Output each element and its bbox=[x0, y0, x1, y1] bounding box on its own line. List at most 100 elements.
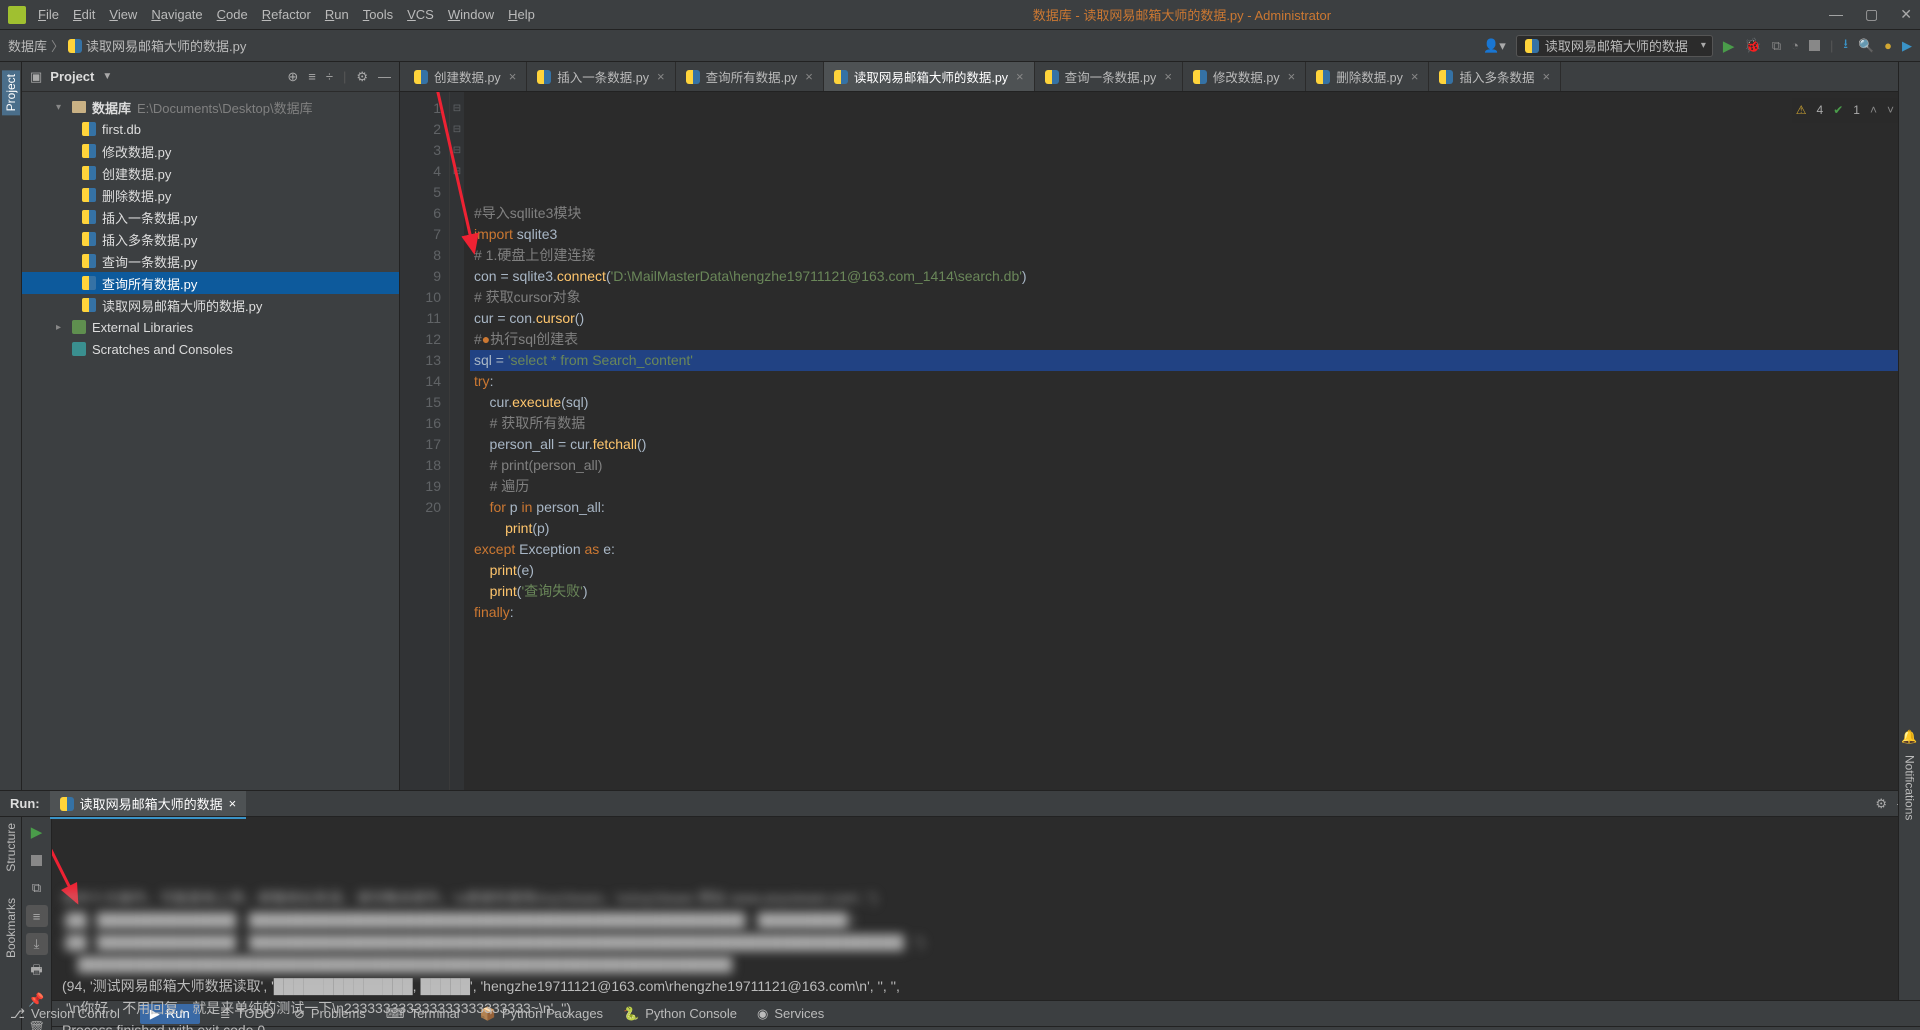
sidebar-tab-project[interactable]: Project bbox=[2, 70, 20, 115]
scratches-and-consoles[interactable]: Scratches and Consoles bbox=[22, 338, 399, 360]
close-tab-icon[interactable]: × bbox=[509, 69, 517, 84]
code-area[interactable]: ⚠4 ✔1 ˄ ˅ #导入sqllite3模块import sqlite3# 1… bbox=[464, 92, 1920, 790]
editor-tabbar: 创建数据.py×插入一条数据.py×查询所有数据.py×读取网易邮箱大师的数据.… bbox=[400, 62, 1920, 92]
sidebar-tab-structure[interactable]: Structure bbox=[4, 823, 18, 872]
stop-button[interactable] bbox=[26, 849, 48, 871]
chevron-right-icon[interactable]: ▸ bbox=[56, 322, 66, 333]
annotation-arrow bbox=[400, 92, 514, 272]
window-controls: — ▢ ✕ bbox=[1829, 6, 1912, 23]
menu-edit[interactable]: Edit bbox=[73, 7, 95, 22]
soft-wrap-icon[interactable]: ≡ bbox=[26, 905, 48, 927]
locate-icon[interactable]: ⊕ bbox=[287, 69, 298, 85]
profile-button[interactable]: ◔ bbox=[1791, 38, 1799, 53]
titlebar: File Edit View Navigate Code Refactor Run Tools… bbox=[0, 0, 1920, 30]
menu-refactor[interactable]: Refactor bbox=[262, 7, 311, 22]
close-tab-icon[interactable]: × bbox=[657, 69, 665, 84]
toolbar-right: 👤▾ 读取网易邮箱大师的数据 ▶ 🐞 ⧉ ◔ | ⭳ 🔍 ● ▶ bbox=[1483, 35, 1912, 57]
close-tab-icon[interactable]: × bbox=[805, 69, 813, 84]
editor-body[interactable]: 1234567891011121314151617181920 ⊟⊟⊟⊟ ⚠4 … bbox=[400, 92, 1920, 790]
menu-help[interactable]: Help bbox=[508, 7, 535, 22]
menu-navigate[interactable]: Navigate bbox=[151, 7, 202, 22]
menu-file[interactable]: File bbox=[38, 7, 59, 22]
hide-icon[interactable]: — bbox=[378, 69, 391, 85]
close-icon[interactable]: ✕ bbox=[1900, 6, 1912, 23]
close-tab-icon[interactable]: × bbox=[1016, 69, 1024, 84]
breadcrumb[interactable]: 数据库 〉 读取网易邮箱大师的数据.py bbox=[8, 36, 246, 55]
editor-tab[interactable]: 修改数据.py× bbox=[1183, 62, 1306, 92]
editor-tab[interactable]: 插入一条数据.py× bbox=[527, 62, 675, 92]
close-tab-icon[interactable]: × bbox=[1542, 69, 1550, 84]
layout-icon[interactable]: ⧉ bbox=[26, 877, 48, 899]
project-tree[interactable]: ▾ 数据库 E:\Documents\Desktop\数据库 first.db修… bbox=[22, 92, 399, 790]
ide-features-icon[interactable]: ● bbox=[1884, 38, 1892, 53]
code-with-me-icon[interactable]: ▶ bbox=[1902, 38, 1912, 54]
collapse-all-icon[interactable]: ÷ bbox=[326, 69, 333, 85]
gear-icon[interactable]: ⚙ bbox=[356, 69, 368, 85]
editor-tab[interactable]: 查询所有数据.py× bbox=[676, 62, 824, 92]
window-title: 数据库 - 读取网易邮箱大师的数据.py - Administrator bbox=[535, 5, 1829, 24]
external-libraries[interactable]: ▸ External Libraries bbox=[22, 316, 399, 338]
editor-tab[interactable]: 删除数据.py× bbox=[1306, 62, 1429, 92]
menu-window[interactable]: Window bbox=[448, 7, 494, 22]
tree-file[interactable]: 查询所有数据.py bbox=[22, 272, 399, 294]
tree-file[interactable]: first.db bbox=[22, 118, 399, 140]
tree-file[interactable]: 读取网易邮箱大师的数据.py bbox=[22, 294, 399, 316]
python-file-icon bbox=[82, 210, 96, 224]
tree-file[interactable]: 插入一条数据.py bbox=[22, 206, 399, 228]
tree-file[interactable]: 查询一条数据.py bbox=[22, 250, 399, 272]
console-output[interactable]: 加州十大操作，可能是他上帝，邮箱地址有误，请勿略本邮件。\n感谢你使用AnyVi… bbox=[52, 817, 1920, 1030]
run-button[interactable]: ▶ bbox=[1723, 37, 1735, 55]
chevron-down-icon[interactable]: ˅ bbox=[1887, 100, 1894, 121]
chevron-down-icon[interactable]: ▾ bbox=[56, 102, 66, 113]
chevron-up-icon[interactable]: ˄ bbox=[1870, 100, 1877, 121]
close-tab-icon[interactable]: × bbox=[1288, 69, 1296, 84]
editor-tab[interactable]: 查询一条数据.py× bbox=[1035, 62, 1183, 92]
sidebar-tab-bookmarks[interactable]: Bookmarks bbox=[4, 898, 18, 958]
python-file-icon bbox=[686, 70, 700, 84]
project-root[interactable]: ▾ 数据库 E:\Documents\Desktop\数据库 bbox=[22, 96, 399, 118]
sidebar-tab-notifications[interactable]: Notifications bbox=[1903, 755, 1917, 820]
print-icon[interactable]: 🖶 bbox=[26, 961, 48, 983]
maximize-icon[interactable]: ▢ bbox=[1865, 6, 1878, 23]
inspection-widget[interactable]: ⚠4 ✔1 ˄ ˅ bbox=[1792, 98, 1898, 123]
run-tab[interactable]: 读取网易邮箱大师的数据 × bbox=[50, 791, 247, 816]
close-tab-icon[interactable]: × bbox=[1411, 69, 1419, 84]
tree-file[interactable]: 修改数据.py bbox=[22, 140, 399, 162]
breadcrumb-file[interactable]: 读取网易邮箱大师的数据.py bbox=[86, 36, 246, 55]
debug-button[interactable]: 🐞 bbox=[1744, 37, 1761, 54]
python-file-icon bbox=[68, 39, 82, 53]
rerun-button[interactable]: ▶ bbox=[26, 821, 48, 843]
search-icon[interactable]: 🔍 bbox=[1858, 38, 1874, 54]
menu-vcs[interactable]: VCS bbox=[407, 7, 434, 22]
gear-icon[interactable]: ⚙ bbox=[1875, 796, 1887, 812]
chevron-down-icon[interactable]: ▼ bbox=[102, 71, 112, 82]
python-file-icon bbox=[82, 144, 96, 158]
left-tool-stripe-bottom: Structure Bookmarks bbox=[0, 817, 22, 1030]
run-config-selector[interactable]: 读取网易邮箱大师的数据 bbox=[1516, 35, 1713, 57]
user-icon[interactable]: 👤▾ bbox=[1483, 38, 1506, 54]
menu-code[interactable]: Code bbox=[217, 7, 248, 22]
menu-view[interactable]: View bbox=[109, 7, 137, 22]
tree-file[interactable]: 插入多条数据.py bbox=[22, 228, 399, 250]
breadcrumb-root[interactable]: 数据库 bbox=[8, 36, 47, 55]
close-tab-icon[interactable]: × bbox=[229, 796, 237, 811]
menu-run[interactable]: Run bbox=[325, 7, 349, 22]
project-tool-window: ▣ Project ▼ ⊕ ≡ ÷ | ⚙ — ▾ 数据库 E:\Documen… bbox=[22, 62, 400, 790]
editor-tab[interactable]: 读取网易邮箱大师的数据.py× bbox=[824, 62, 1035, 92]
menu-tools[interactable]: Tools bbox=[363, 7, 393, 22]
coverage-button[interactable]: ⧉ bbox=[1772, 38, 1781, 54]
tree-file[interactable]: 创建数据.py bbox=[22, 162, 399, 184]
minimize-icon[interactable]: — bbox=[1829, 6, 1843, 23]
navigation-bar: 数据库 〉 读取网易邮箱大师的数据.py 👤▾ 读取网易邮箱大师的数据 ▶ 🐞 … bbox=[0, 30, 1920, 62]
git-update-icon[interactable]: ⭳ bbox=[1843, 35, 1848, 57]
close-tab-icon[interactable]: × bbox=[1164, 69, 1172, 84]
scroll-to-end-icon[interactable]: ⤓ bbox=[26, 933, 48, 955]
editor-tab[interactable]: 插入多条数据× bbox=[1429, 62, 1561, 92]
stop-button[interactable] bbox=[1809, 40, 1820, 51]
expand-all-icon[interactable]: ≡ bbox=[308, 69, 316, 85]
python-file-icon bbox=[82, 254, 96, 268]
tree-file[interactable]: 删除数据.py bbox=[22, 184, 399, 206]
editor-tab[interactable]: 创建数据.py× bbox=[404, 62, 527, 92]
app-logo bbox=[8, 6, 26, 24]
notifications-icon[interactable]: 🔔 bbox=[1901, 729, 1917, 745]
